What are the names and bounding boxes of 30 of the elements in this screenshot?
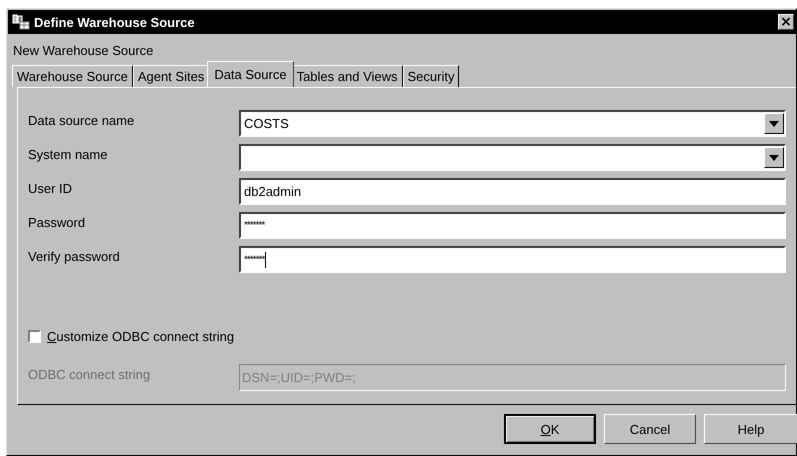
dropdown-arrow-icon (769, 120, 779, 126)
field-label: Verify password (27, 249, 121, 264)
dropdown-field[interactable]: COSTS (239, 110, 786, 137)
dialog-button[interactable]: Help (704, 414, 797, 444)
password-field[interactable]: ******* (239, 246, 786, 273)
dialog-button[interactable]: Cancel (604, 414, 696, 444)
tab[interactable]: Agent Sites (132, 65, 210, 87)
checkbox[interactable] (28, 330, 41, 342)
dropdown-button[interactable] (764, 113, 784, 134)
text-field[interactable]: db2admin (239, 178, 786, 205)
connect-string-field: DSN=;UID=;PWD=; (239, 364, 786, 391)
field-label: System name (27, 147, 108, 162)
tab[interactable]: Warehouse Source (12, 65, 133, 87)
field-label: ODBC connect string (27, 367, 152, 382)
checkbox-label[interactable]: Customize ODBC connect string (47, 328, 234, 344)
dialog-subtitle: New Warehouse Source (13, 43, 154, 59)
field-label: Password (27, 215, 86, 230)
dropdown-button[interactable] (764, 147, 784, 168)
field-label: Data source name (27, 113, 136, 128)
dropdown-arrow-icon (769, 154, 779, 160)
tab[interactable]: Tables and Views (292, 65, 403, 87)
tab[interactable]: Security (402, 65, 460, 87)
password-field[interactable]: ******* (239, 212, 786, 239)
field-label: User ID (27, 181, 74, 196)
app-icon (12, 14, 30, 30)
window-title: Define Warehouse Source (34, 14, 196, 30)
dialog-button[interactable]: OK (504, 414, 596, 444)
close-button[interactable]: × (778, 14, 794, 30)
tab[interactable]: Data Source (207, 61, 294, 87)
dropdown-field[interactable] (239, 144, 786, 171)
